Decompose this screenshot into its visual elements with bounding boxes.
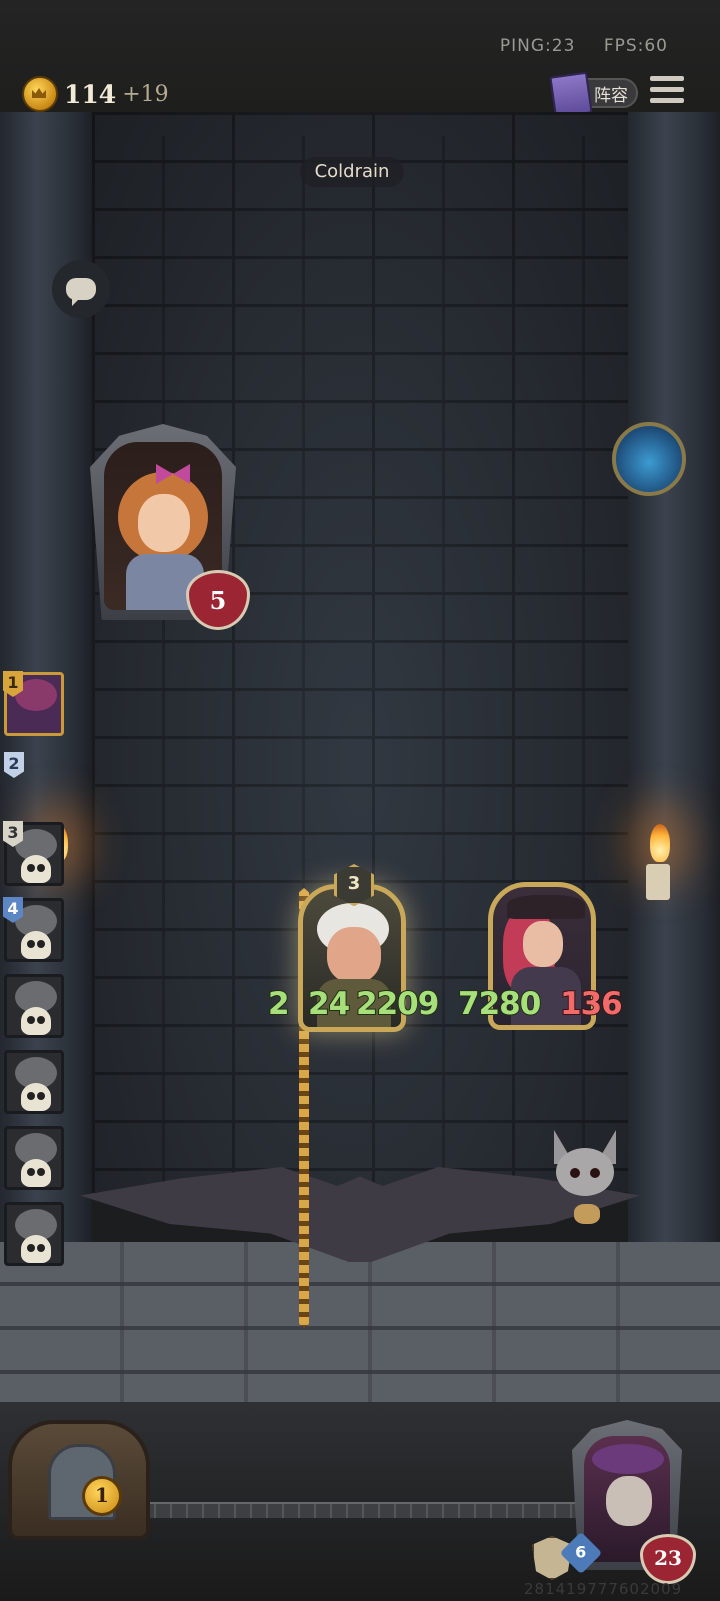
lineup-slot[interactable] — [4, 1202, 64, 1266]
lineup-button-label: 阵容 — [594, 85, 628, 106]
skull-icon — [21, 1235, 51, 1263]
lineup-slot[interactable] — [4, 1126, 64, 1190]
fps-readout: FPS:60 — [603, 36, 668, 56]
battle-scene: Coldrain 5 1 2 3 4 3 2 24 2209 7280 136 — [0, 112, 720, 1601]
gold-amount: 114 — [64, 79, 117, 109]
water-orb-icon[interactable] — [612, 422, 686, 496]
skull-icon — [21, 855, 51, 883]
lineup-slot[interactable] — [4, 1050, 64, 1114]
player-health: 23 — [654, 1546, 682, 1570]
lineup-slot[interactable]: 4 — [3, 897, 64, 962]
player-id: 281419777602009 — [524, 1580, 683, 1598]
gold-counter: 114 +19 — [22, 76, 169, 112]
right-pillar — [628, 112, 720, 1282]
damage-number: 2209 — [355, 985, 440, 1023]
chat-button[interactable] — [52, 260, 110, 318]
slot-number: 2 — [4, 752, 24, 778]
bat-mascot — [548, 1130, 622, 1224]
chat-icon — [66, 278, 96, 306]
damage-number: 24 — [307, 985, 351, 1023]
lineup-slot[interactable]: 3 — [3, 821, 64, 886]
lineup-slot[interactable]: 2 — [4, 752, 24, 782]
skull-icon — [21, 1007, 51, 1035]
opponent-name: Coldrain — [300, 157, 404, 187]
gold-coin-icon — [22, 76, 58, 112]
ping-readout: PING:23 — [499, 36, 576, 56]
hamburger-menu-icon[interactable] — [650, 76, 684, 106]
lineup-slot[interactable]: 1 — [3, 671, 64, 736]
shop-button[interactable] — [8, 1420, 150, 1540]
opponent-health: 5 — [209, 585, 227, 615]
damage-number: 136 — [559, 985, 624, 1023]
damage-number: 7280 — [457, 985, 542, 1023]
damage-number: 2 — [267, 985, 291, 1023]
shop-refresh-cost: 1 — [82, 1476, 122, 1516]
candle — [646, 864, 670, 900]
gold-income: +19 — [122, 81, 169, 107]
top-bar: PING:23 FPS:60 114 +19 阵容 — [0, 0, 720, 119]
lineup-slot[interactable] — [4, 974, 64, 1038]
lineup-button[interactable]: 阵容 — [549, 71, 638, 119]
skull-icon — [21, 1083, 51, 1111]
network-status: PING:23 FPS:60 — [478, 36, 668, 56]
hud-rail — [140, 1502, 580, 1518]
skull-icon — [21, 931, 51, 959]
torch-flame-right — [650, 824, 670, 862]
skull-icon — [21, 1159, 51, 1187]
player-attack: 6 — [575, 1542, 587, 1562]
